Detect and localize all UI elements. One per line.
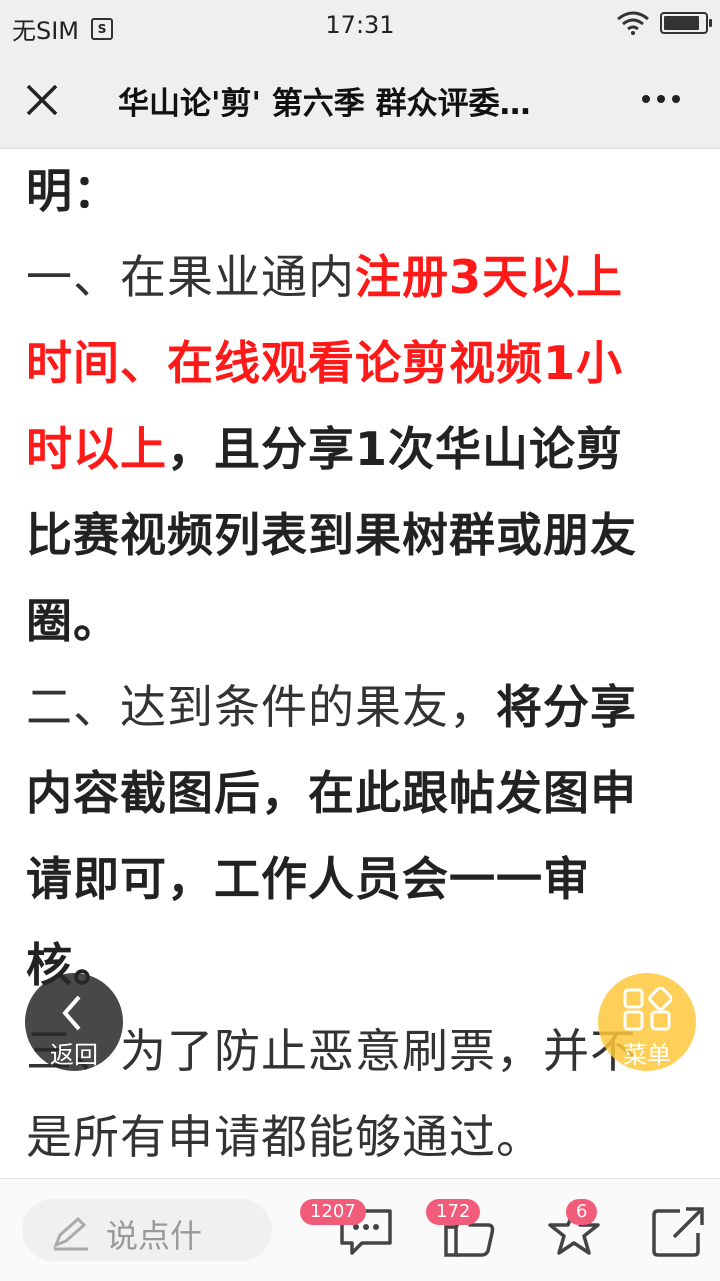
article-line: 是所有申请都能够通过。	[26, 1094, 696, 1178]
article-text: 二、达到条件的果友，	[26, 680, 496, 734]
clock: 17:31	[325, 11, 395, 39]
highlighted-text: 时间、在线观看论剪视频1小	[26, 336, 624, 390]
article-line: 三、为了防止恶意刷票，并不	[26, 1008, 696, 1094]
favorite-button[interactable]: 6	[546, 1199, 602, 1263]
status-bar: 无SIM S 17:31	[0, 0, 720, 50]
article-text: 比赛视频列表到果树群或朋友	[26, 508, 637, 562]
article-text: 一、在果业通内	[26, 250, 355, 304]
article-text: 将分享	[496, 680, 637, 734]
article-text: 明：	[26, 164, 120, 218]
article-body: 明： 一、在果业通内注册3天以上 时间、在线观看论剪视频1小 时以上，且分享1次华山论…	[26, 148, 696, 1178]
share-button[interactable]	[650, 1205, 706, 1263]
article-line: 二、达到条件的果友，将分享	[26, 664, 696, 750]
article-line: 一、在果业通内注册3天以上	[26, 234, 696, 320]
article-line: 内容截图后，在此跟帖发图申	[26, 750, 696, 836]
page-title: 华山论'剪' 第六季 群众评委…	[118, 86, 531, 122]
share-icon	[652, 1207, 704, 1257]
close-icon[interactable]	[22, 80, 62, 120]
battery-icon	[660, 12, 712, 34]
article-text: ，且分享1次华山论剪	[167, 422, 624, 476]
favorites-count-badge: 6	[566, 1199, 598, 1225]
article-text: 圈。	[26, 594, 120, 648]
more-options-icon[interactable]	[640, 84, 682, 114]
menu-grid-icon	[623, 987, 672, 1031]
back-button[interactable]: 返回	[25, 973, 123, 1071]
comments-count-badge: 1207	[300, 1199, 366, 1225]
likes-count-badge: 172	[426, 1199, 481, 1225]
comment-input[interactable]: 说点什	[22, 1199, 272, 1261]
nav-bar: 华山论'剪' 第六季 群众评委…	[0, 50, 720, 149]
menu-label: 菜单	[623, 1041, 671, 1069]
article-line: 圈。	[26, 578, 696, 664]
article-line: 核。	[26, 922, 696, 1008]
article-line: 时间、在线观看论剪视频1小	[26, 320, 696, 406]
highlighted-text: 注册3天以上	[355, 250, 624, 304]
highlighted-text: 时以上	[26, 422, 167, 476]
chevron-left-icon	[62, 995, 81, 1031]
article-line: 时以上，且分享1次华山论剪	[26, 406, 696, 492]
status-right	[616, 11, 712, 35]
back-label: 返回	[50, 1041, 98, 1069]
article-text: 请即可，工作人员会一一审	[26, 852, 590, 906]
bottom-bar: 说点什 1207 172 6	[0, 1178, 720, 1281]
pencil-icon	[53, 1216, 88, 1251]
article-text: 内容截图后，在此跟帖发图申	[26, 766, 637, 820]
menu-button[interactable]: 菜单	[598, 973, 696, 1071]
article-line: 请即可，工作人员会一一审	[26, 836, 696, 922]
wifi-icon	[617, 11, 649, 35]
like-button[interactable]: 172	[426, 1199, 498, 1263]
article-text: 是所有申请都能够通过。	[26, 1110, 543, 1164]
comments-button[interactable]: 1207	[300, 1199, 394, 1263]
comment-placeholder: 说点什	[106, 1217, 203, 1255]
article-line: 比赛视频列表到果树群或朋友	[26, 492, 696, 578]
article-line: 明：	[26, 148, 696, 234]
